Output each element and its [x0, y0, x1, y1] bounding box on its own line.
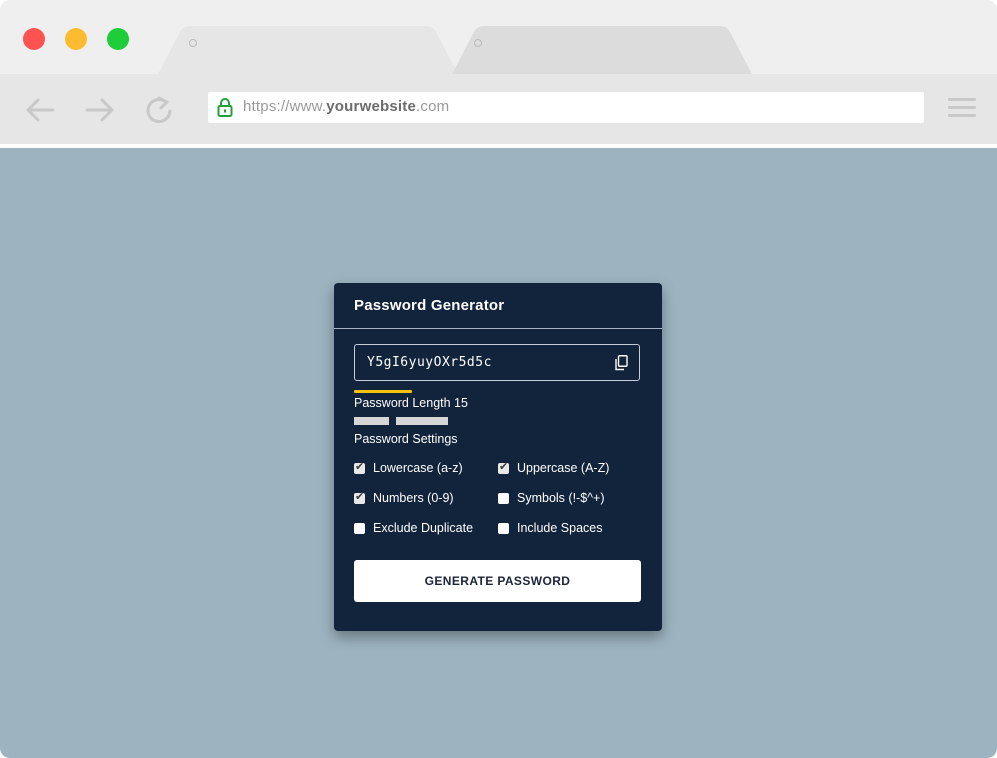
maximize-window-button[interactable]: [107, 28, 129, 50]
strength-indicator: [354, 390, 412, 393]
password-value[interactable]: Y5gI6yuyOXr5d5c: [367, 355, 492, 370]
forward-arrow-icon[interactable]: [84, 96, 116, 124]
hamburger-menu-icon[interactable]: [948, 98, 976, 118]
address-bar[interactable]: https://www.yourwebsite.com: [208, 92, 924, 123]
checkmark-icon: ✔: [355, 490, 365, 503]
password-settings-label: Password Settings: [354, 432, 458, 446]
title-bar: [0, 0, 997, 74]
option-label: Uppercase (A-Z): [517, 461, 610, 475]
option-label: Symbols (!-$^+): [517, 491, 605, 505]
option-label: Numbers (0-9): [373, 491, 454, 505]
slider-track-right[interactable]: [396, 417, 448, 425]
checkmark-icon: ✔: [499, 460, 509, 473]
copy-icon[interactable]: [614, 355, 628, 371]
url-prefix: https://www.: [243, 98, 327, 115]
reload-icon[interactable]: [144, 96, 176, 124]
uppercase-checkbox[interactable]: ✔: [498, 460, 509, 474]
exclude-duplicate-checkbox[interactable]: [354, 523, 365, 534]
slider-track-left[interactable]: [354, 417, 389, 425]
symbols-checkbox[interactable]: [498, 493, 509, 504]
browser-tab[interactable]: [452, 26, 762, 74]
tab-favicon: [474, 39, 482, 47]
generate-password-button[interactable]: GENERATE PASSWORD: [354, 560, 641, 602]
card-title: Password Generator: [354, 297, 505, 314]
lowercase-checkbox[interactable]: ✔: [354, 460, 365, 474]
option-label: Exclude Duplicate: [373, 521, 474, 535]
password-output-field[interactable]: Y5gI6yuyOXr5d5c: [354, 344, 640, 381]
option-label: Lowercase (a-z): [373, 461, 463, 475]
option-label: Include Spaces: [517, 521, 603, 535]
url-domain: yourwebsite: [326, 98, 416, 115]
include-spaces-checkbox[interactable]: [498, 523, 509, 534]
lock-icon: [217, 97, 233, 117]
minimize-window-button[interactable]: [65, 28, 87, 50]
checkmark-icon: ✔: [355, 460, 365, 473]
browser-tab-active[interactable]: [158, 26, 468, 74]
back-arrow-icon[interactable]: [24, 96, 56, 124]
numbers-checkbox[interactable]: ✔: [354, 490, 365, 504]
browser-window: https://www.yourwebsite.com Password Gen…: [0, 0, 997, 758]
password-generator-card: Password Generator Y5gI6yuyOXr5d5c Passw…: [334, 283, 662, 631]
card-divider: [334, 328, 662, 329]
close-window-button[interactable]: [23, 28, 45, 50]
password-length-label: Password Length 15: [354, 396, 468, 410]
url-suffix: .com: [416, 98, 450, 115]
url-text: https://www.yourwebsite.com: [243, 98, 449, 115]
tab-favicon: [189, 39, 197, 47]
